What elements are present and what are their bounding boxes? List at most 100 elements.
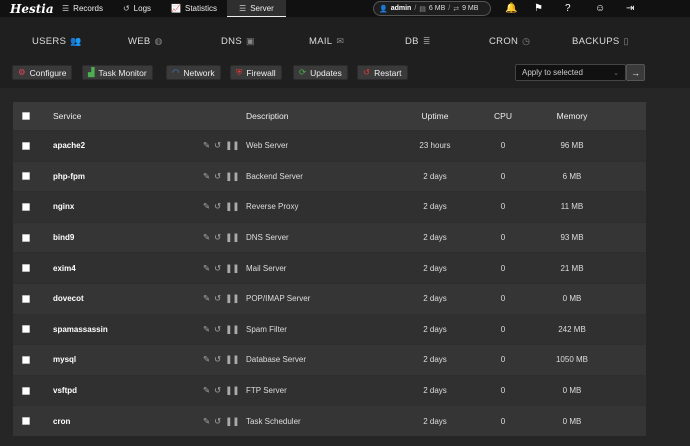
restart-icon[interactable]: ↺ bbox=[214, 140, 221, 151]
logo[interactable]: Hestia bbox=[0, 2, 54, 16]
edit-icon[interactable]: ✎ bbox=[203, 140, 210, 151]
row-checkbox[interactable] bbox=[22, 223, 30, 253]
stop-icon[interactable]: ❚❚ bbox=[225, 416, 239, 427]
category-mail[interactable]: MAIL ✉ bbox=[309, 36, 344, 47]
header-uptime[interactable]: Uptime bbox=[405, 102, 465, 130]
nav-statistics[interactable]: 📈 Statistics bbox=[161, 0, 227, 17]
select-all-checkbox[interactable] bbox=[22, 102, 30, 130]
help-icon[interactable]: ? bbox=[565, 0, 571, 17]
service-memory: 21 MB bbox=[560, 263, 584, 273]
service-description: DNS Server bbox=[246, 233, 289, 243]
category-dns[interactable]: DNS ▣ bbox=[221, 36, 255, 47]
header-service[interactable]: Service bbox=[53, 102, 81, 130]
service-cpu: 0 bbox=[500, 294, 506, 304]
row-actions: ✎ ↺ ❚❚ bbox=[203, 406, 240, 436]
restart-icon[interactable]: ↺ bbox=[214, 324, 221, 335]
top-bar: Hestia ☰ Records ↺ Logs 📈 Statistics ☰ S… bbox=[0, 0, 690, 17]
service-name: php-fpm bbox=[53, 171, 85, 181]
service-uptime: 2 days bbox=[423, 386, 447, 396]
category-users-label: USERS bbox=[32, 36, 67, 47]
restart-icon[interactable]: ↺ bbox=[214, 201, 221, 212]
restart-button[interactable]: ↺ Restart bbox=[357, 65, 408, 80]
stop-icon[interactable]: ❚❚ bbox=[225, 324, 239, 335]
row-checkbox[interactable] bbox=[22, 345, 30, 375]
database-icon: ≣ bbox=[422, 36, 431, 46]
service-cpu: 0 bbox=[500, 386, 506, 396]
restart-icon[interactable]: ↺ bbox=[214, 385, 221, 396]
updates-button[interactable]: ⟳ Updates bbox=[293, 65, 348, 80]
stop-icon[interactable]: ❚❚ bbox=[225, 263, 239, 274]
category-users[interactable]: USERS 👥 bbox=[32, 36, 82, 47]
header-description[interactable]: Description bbox=[246, 102, 289, 130]
row-checkbox[interactable] bbox=[22, 162, 30, 192]
firewall-button[interactable]: ⛨ Firewall bbox=[230, 65, 282, 80]
network-icon: ◠ bbox=[172, 67, 180, 77]
row-checkbox[interactable] bbox=[22, 406, 30, 436]
stop-icon[interactable]: ❚❚ bbox=[225, 201, 239, 212]
task-monitor-label: Task Monitor bbox=[98, 67, 147, 78]
account-icon[interactable]: ☺ bbox=[595, 0, 605, 17]
server-menu-icon: ☰ bbox=[239, 3, 247, 13]
edit-icon[interactable]: ✎ bbox=[203, 293, 210, 304]
nav-records[interactable]: ☰ Records bbox=[52, 0, 113, 17]
stop-icon[interactable]: ❚❚ bbox=[225, 354, 239, 365]
network-button[interactable]: ◠ Network bbox=[166, 65, 221, 80]
bulk-action-select[interactable]: Apply to selected ⌄ bbox=[515, 64, 626, 81]
edit-icon[interactable]: ✎ bbox=[203, 232, 210, 243]
stop-icon[interactable]: ❚❚ bbox=[225, 293, 239, 304]
username: admin bbox=[390, 5, 412, 12]
row-actions: ✎ ↺ ❚❚ bbox=[203, 345, 240, 375]
row-checkbox[interactable] bbox=[22, 192, 30, 222]
service-description: Mail Server bbox=[246, 263, 287, 273]
stop-icon[interactable]: ❚❚ bbox=[225, 232, 239, 243]
row-checkbox[interactable] bbox=[22, 253, 30, 283]
users-icon: 👥 bbox=[70, 36, 82, 46]
edit-icon[interactable]: ✎ bbox=[203, 201, 210, 212]
service-memory: 242 MB bbox=[558, 324, 586, 334]
flag-icon[interactable]: ⚑ bbox=[534, 0, 543, 17]
nav-server[interactable]: ☰ Server bbox=[227, 0, 286, 17]
undo-icon: ↺ bbox=[363, 67, 371, 77]
table-row: vsftpd ✎ ↺ ❚❚ FTP Server 2 days 0 0 MB bbox=[13, 374, 646, 406]
edit-icon[interactable]: ✎ bbox=[203, 385, 210, 396]
category-cron[interactable]: CRON ◷ bbox=[489, 36, 530, 47]
configure-button[interactable]: ⚙ Configure bbox=[12, 65, 73, 80]
service-uptime: 2 days bbox=[423, 355, 447, 365]
service-name: dovecot bbox=[53, 294, 84, 304]
header-cpu[interactable]: CPU bbox=[483, 102, 523, 130]
edit-icon[interactable]: ✎ bbox=[203, 324, 210, 335]
table-row: mysql ✎ ↺ ❚❚ Database Server 2 days 0 1050 MB bbox=[13, 344, 646, 375]
edit-icon[interactable]: ✎ bbox=[203, 354, 210, 365]
restart-icon[interactable]: ↺ bbox=[214, 263, 221, 274]
row-checkbox[interactable] bbox=[22, 315, 30, 345]
edit-icon[interactable]: ✎ bbox=[203, 171, 210, 182]
nav-records-label: Records bbox=[73, 4, 103, 13]
restart-icon[interactable]: ↺ bbox=[214, 293, 221, 304]
row-checkbox[interactable] bbox=[22, 376, 30, 406]
logout-icon[interactable]: ⇥ bbox=[626, 0, 634, 17]
header-memory[interactable]: Memory bbox=[539, 102, 605, 130]
nav-logs[interactable]: ↺ Logs bbox=[113, 0, 161, 17]
row-checkbox[interactable] bbox=[22, 131, 30, 161]
category-db[interactable]: DB ≣ bbox=[405, 36, 431, 47]
restart-icon[interactable]: ↺ bbox=[214, 354, 221, 365]
service-memory: 11 MB bbox=[560, 202, 584, 212]
user-menu[interactable]: 👤 admin / ▤ 6 MB / ⇄ 9 MB bbox=[373, 1, 491, 16]
edit-icon[interactable]: ✎ bbox=[203, 263, 210, 274]
service-memory: 0 MB bbox=[562, 386, 582, 396]
edit-icon[interactable]: ✎ bbox=[203, 416, 210, 427]
category-backups[interactable]: BACKUPS ▯ bbox=[572, 36, 629, 47]
history-icon: ↺ bbox=[122, 4, 130, 13]
restart-icon[interactable]: ↺ bbox=[214, 232, 221, 243]
task-monitor-button[interactable]: ▟ Task Monitor bbox=[82, 65, 153, 80]
row-checkbox[interactable] bbox=[22, 284, 30, 314]
restart-icon[interactable]: ↺ bbox=[214, 416, 221, 427]
service-description: POP/IMAP Server bbox=[246, 294, 311, 304]
stop-icon[interactable]: ❚❚ bbox=[225, 385, 239, 396]
apply-button[interactable]: → bbox=[626, 64, 645, 81]
restart-icon[interactable]: ↺ bbox=[214, 171, 221, 182]
stop-icon[interactable]: ❚❚ bbox=[225, 140, 239, 151]
category-web[interactable]: WEB ◍ bbox=[128, 36, 163, 47]
stop-icon[interactable]: ❚❚ bbox=[225, 171, 239, 182]
bell-icon[interactable]: 🔔 bbox=[505, 0, 517, 17]
